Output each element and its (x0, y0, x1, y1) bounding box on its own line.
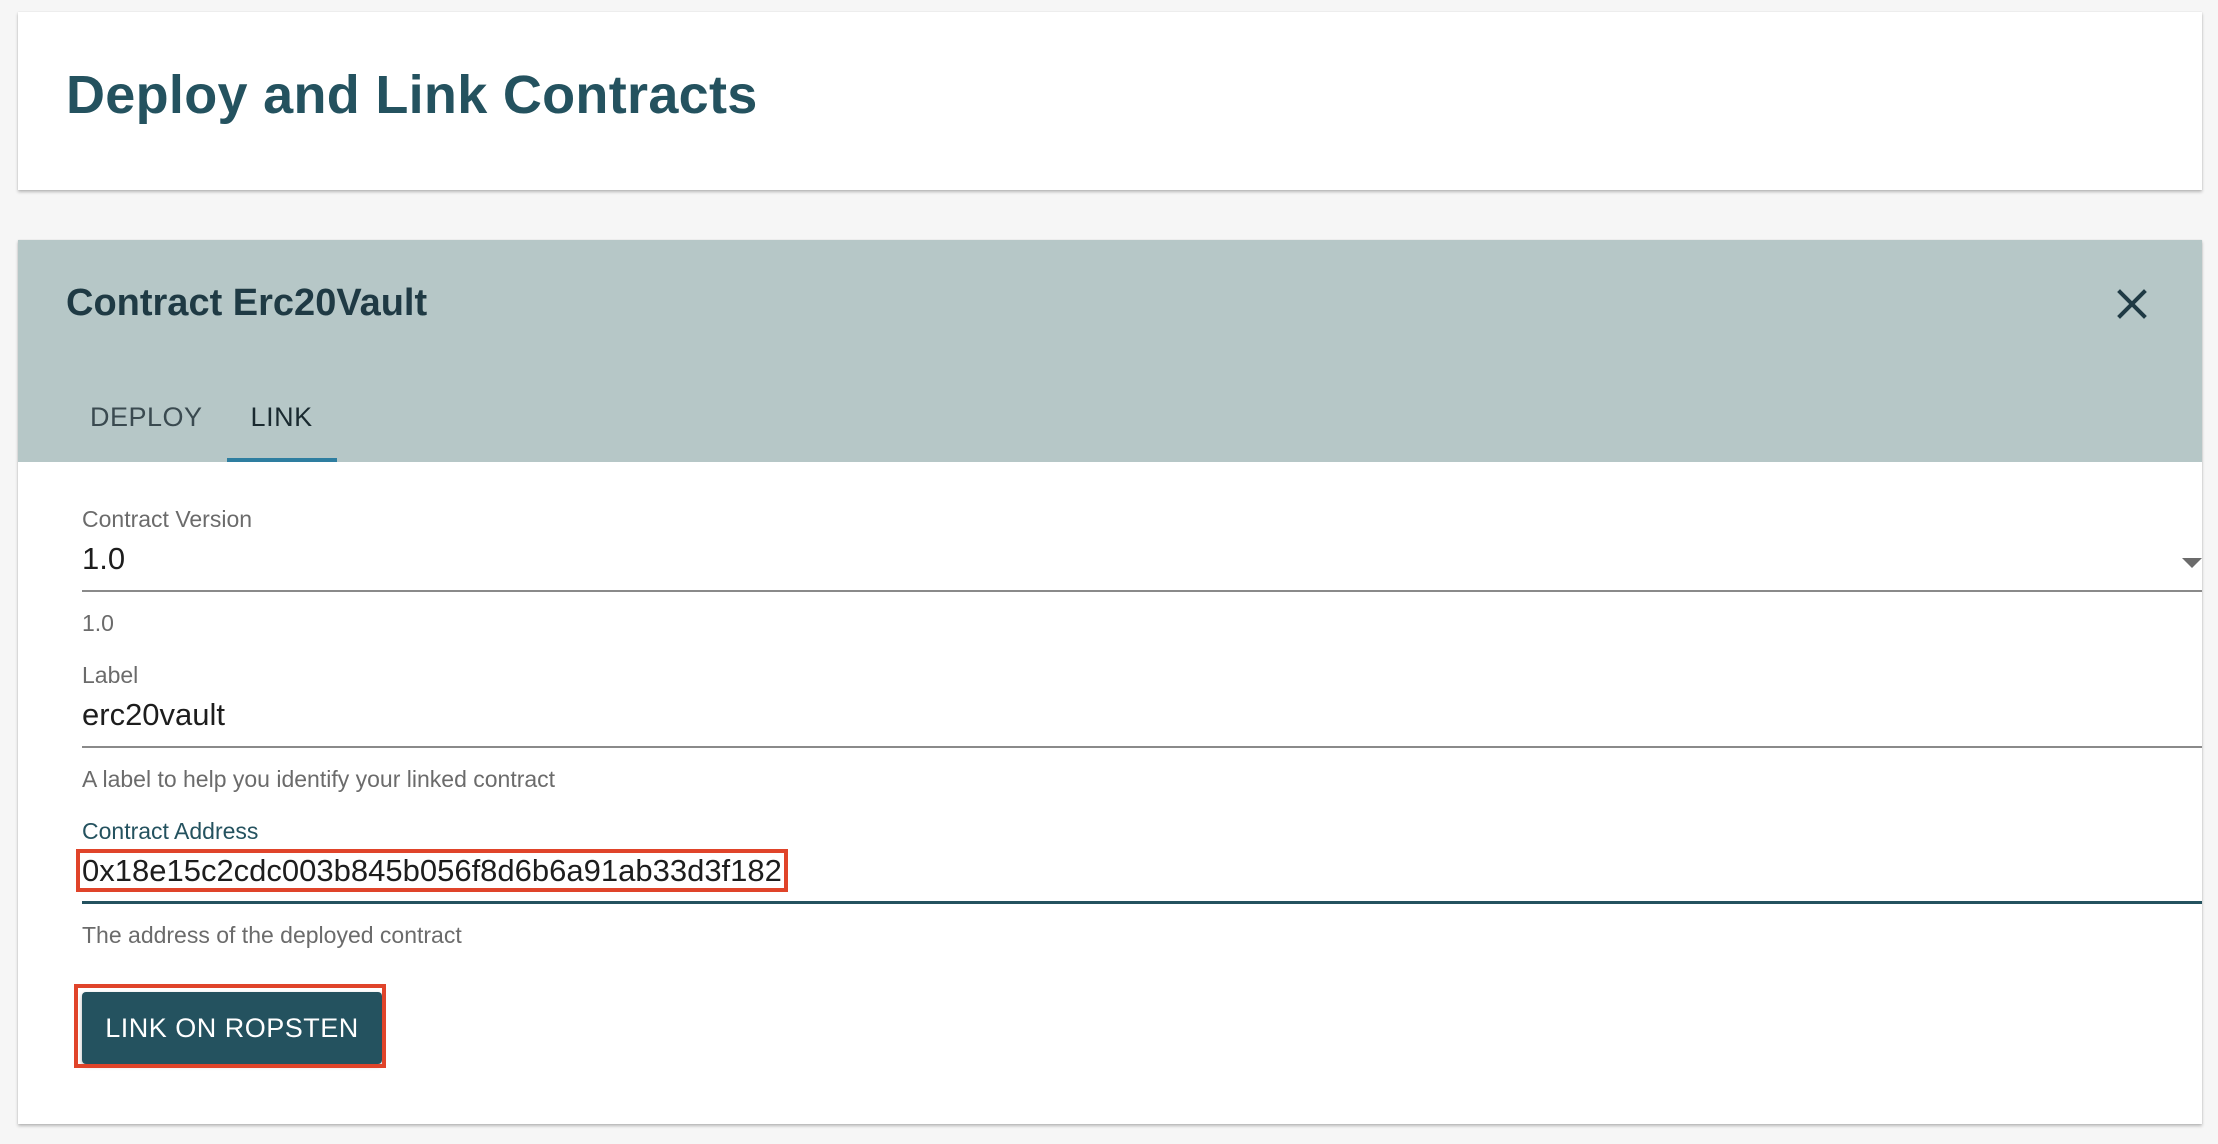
label-field-underline (82, 746, 2202, 748)
label-field[interactable]: Label erc20vault (82, 662, 2202, 748)
tab-link[interactable]: LINK (226, 386, 337, 462)
contract-address-label: Contract Address (82, 818, 259, 844)
contract-version-select[interactable]: Contract Version 1.0 (82, 506, 2202, 592)
contract-panel: Contract Erc20Vault DEPLOY LINK Contract… (18, 240, 2202, 1124)
contract-version-underline (82, 590, 2202, 592)
contract-address-helper: The address of the deployed contract (82, 922, 462, 948)
panel-title: Contract Erc20Vault (66, 282, 428, 324)
close-icon[interactable] (2112, 284, 2152, 324)
contract-address-value[interactable]: 0x18e15c2cdc003b845b056f8d6b6a91ab33d3f1… (76, 849, 788, 892)
tab-bar: DEPLOY LINK (66, 386, 337, 462)
label-field-value[interactable]: erc20vault (82, 699, 225, 730)
contract-version-helper: 1.0 (82, 610, 114, 636)
tab-deploy[interactable]: DEPLOY (66, 386, 227, 462)
panel-header: Contract Erc20Vault DEPLOY LINK (18, 240, 2202, 462)
contract-version-label: Contract Version (82, 506, 253, 532)
page-title: Deploy and Link Contracts (66, 65, 758, 125)
link-on-ropsten-button[interactable]: LINK ON ROPSTEN (82, 992, 382, 1064)
label-field-helper: A label to help you identify your linked… (82, 766, 556, 792)
contract-address-field[interactable]: Contract Address 0x18e15c2cdc003b845b056… (76, 818, 2202, 904)
contract-version-value: 1.0 (82, 541, 126, 576)
contract-address-underline (82, 901, 2202, 904)
label-field-label: Label (82, 662, 139, 688)
header-card: Deploy and Link Contracts (18, 12, 2202, 190)
chevron-down-icon[interactable] (2182, 558, 2202, 568)
